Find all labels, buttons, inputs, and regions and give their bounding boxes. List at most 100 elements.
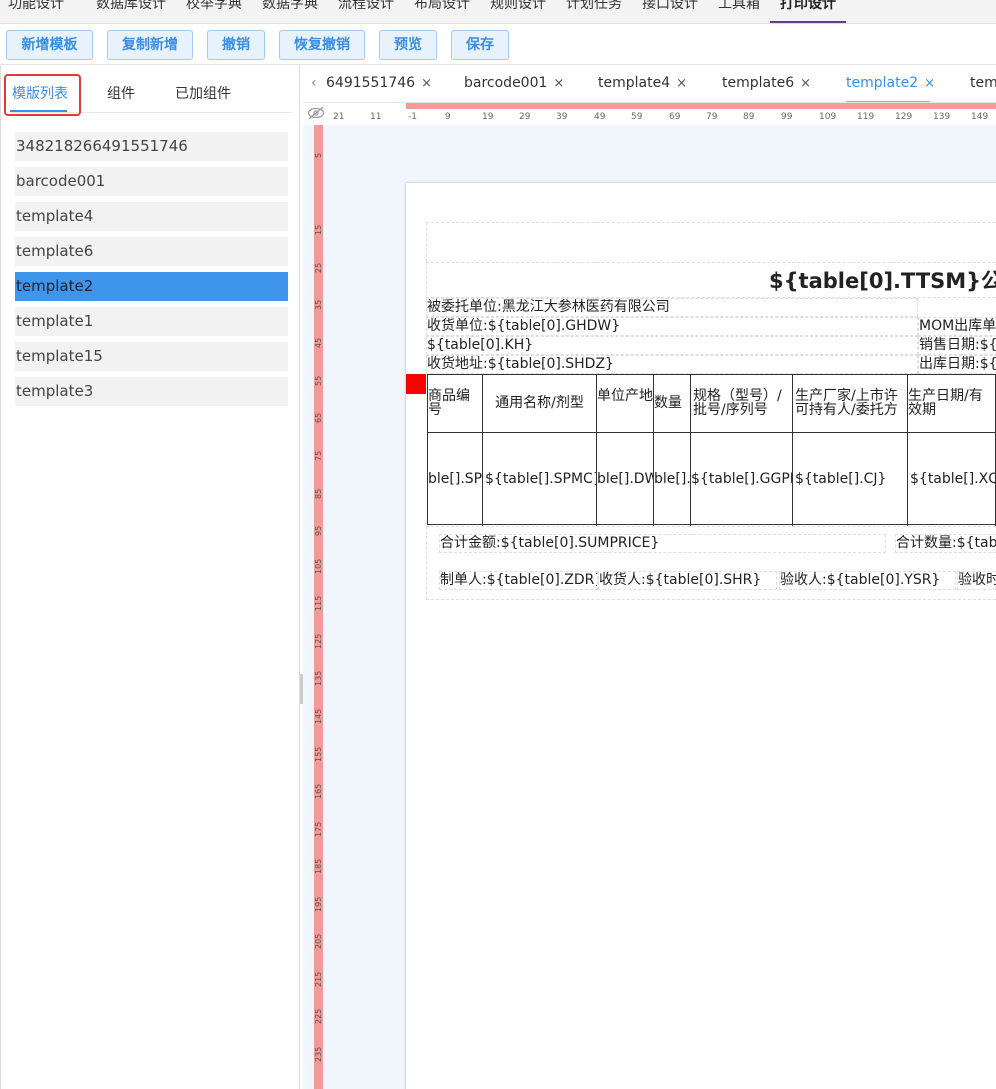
ruler-tick-label: 215 [314,971,323,987]
ruler-tick-label: 165 [314,783,323,799]
ruler-tick-label: 205 [314,933,323,949]
tab-added-components[interactable]: 已加组件 [175,83,231,103]
template-list-item[interactable]: template1 [15,307,288,336]
nav-toolbox[interactable]: 工具箱 [718,0,760,13]
table-header-cell: 数量 [654,375,691,432]
ruler-tick-label: 195 [314,896,323,912]
template-list-item[interactable]: template3 [15,377,288,406]
design-canvas[interactable]: 21 11 -1 9 19 29 39 49 59 69 79 89 99 10… [303,103,996,1089]
row-marker-handle[interactable] [406,374,426,394]
template-list-item[interactable]: template6 [15,237,288,266]
receiving-unit-field[interactable]: 收货单位:${table[0].GHDW} [426,317,918,336]
table-cell[interactable]: ${table[].GGPH [691,433,793,526]
ruler-tick-label: 185 [314,858,323,874]
nav-layout-design[interactable]: 布局设计 [414,0,470,13]
template-sidebar: 模版列表 组件 已加组件 348218266491551746 barcode0… [0,65,300,1089]
ruler-tick-label: 95 [314,525,323,536]
nav-database-design[interactable]: 数据库设计 [96,0,166,13]
mom-out-field[interactable]: MOM出库单 [918,317,996,336]
nav-active-indicator [770,21,846,23]
ruler-tick-label: 15 [314,224,323,235]
doc-tab[interactable]: barcode001 × [464,75,564,91]
doc-tab[interactable]: template4 × [598,75,687,91]
nav-data-dict[interactable]: 数据字典 [262,0,318,13]
nav-rule-design[interactable]: 规则设计 [490,0,546,13]
nav-print-design[interactable]: 打印设计 [780,0,836,13]
table-cell[interactable]: ble[].SP [428,433,483,526]
goods-table[interactable]: 商品编号 通用名称/剂型 单位产地 数量 规格（型号）/批号/序列号 生产厂家/… [427,374,996,526]
sale-date-field[interactable]: 销售日期:${ [918,336,996,355]
out-date-field[interactable]: 出库日期:${ [918,355,996,374]
ruler-tick-label: 35 [314,299,323,310]
tab-components[interactable]: 组件 [107,83,135,103]
ruler-tick-label: 99 [781,112,793,122]
redo-button[interactable]: 恢复撤销 [279,30,365,60]
doc-tab[interactable]: 6491551746 × [326,75,432,91]
ruler-tick-label: 105 [314,558,323,574]
doc-tab-label: template2 [846,75,919,91]
print-template-paper[interactable]: ${table[0].TTSM}公司阳 被委托单位:黑龙江大参林医药有限公司 收… [406,183,996,1089]
close-icon[interactable]: × [800,76,811,91]
ruler-tick-label: 149 [971,112,989,122]
ruler-tick-label: 59 [631,112,643,122]
top-nav: 功能设计 数据库设计 校举字典 数据字典 流程设计 布局设计 规则设计 计划任务… [0,0,996,24]
document-title[interactable]: ${table[0].TTSM}公司阳 [426,262,996,298]
doc-tab-label: template6 [722,75,795,91]
toolbar: 新增模板 复制新增 撤销 恢复撤销 预览 保存 [0,25,996,65]
ruler-tick-label: 5 [314,152,323,159]
nav-scheduled-task[interactable]: 计划任务 [566,0,622,13]
ruler-tick-label: 155 [314,746,323,762]
ruler-tick-label: 225 [314,1008,323,1024]
nav-enum-dict[interactable]: 校举字典 [186,0,242,13]
eye-off-icon[interactable] [307,106,325,120]
table-cell[interactable]: ${table[].CJ} [793,433,908,526]
document-tab-bar: ‹ 6491551746 × barcode001 × template4 × tem… [303,65,996,103]
close-icon[interactable]: × [924,76,935,91]
table-header-cell: 单位产地 [597,375,654,432]
table-cell[interactable]: ${table[].XQ} [908,433,996,526]
close-icon[interactable]: × [676,76,687,91]
table-cell[interactable]: ble[]. [654,433,691,526]
doc-tab[interactable]: temp [970,75,996,91]
preview-button[interactable]: 预览 [379,30,437,60]
new-template-button[interactable]: 新增模板 [6,30,93,60]
doc-tab-active[interactable]: template2 × [846,75,935,91]
tab-scroll-left-icon[interactable]: ‹ [311,75,317,91]
receiving-address-field[interactable]: 收货地址:${table[0].SHDZ} [426,355,918,374]
save-button[interactable]: 保存 [451,30,509,60]
ruler-tick-label: 145 [314,708,323,724]
footer-section [426,526,996,600]
template-list-item[interactable]: barcode001 [15,167,288,196]
table-cell[interactable]: ble[].DW [597,433,654,526]
ruler-tick-label: 85 [314,488,323,499]
ruler-tick-label: 65 [314,412,323,423]
template-list-item[interactable]: template4 [15,202,288,231]
undo-button[interactable]: 撤销 [207,30,265,60]
table-header-cell: 通用名称/剂型 [483,375,597,432]
ruler-tick-label: 139 [933,112,951,122]
ruler-tick-label: 11 [370,112,382,122]
doc-tab-label: temp [970,75,996,91]
template-list-item-selected[interactable]: template2 [15,272,288,301]
doc-tab[interactable]: template6 × [722,75,811,91]
table-cell[interactable]: ${table[].SPMC} [483,433,597,526]
ruler-tick-label: -1 [408,112,417,122]
nav-interface-design[interactable]: 接口设计 [642,0,698,13]
kh-field[interactable]: ${table[0].KH} [426,336,918,355]
copy-new-button[interactable]: 复制新增 [107,30,193,60]
entrusting-unit-field[interactable]: 被委托单位:黑龙江大参林医药有限公司 [426,298,918,317]
header-blank-field[interactable] [426,222,996,262]
close-icon[interactable]: × [421,76,432,91]
ruler-tick-label: 115 [314,595,323,611]
close-icon[interactable]: × [553,76,564,91]
table-header-cell: 生产厂家/上市许可持有人/委托方 [793,375,908,432]
template-list-item[interactable]: template15 [15,342,288,371]
template-list-item[interactable]: 348218266491551746 [15,132,288,161]
ruler-tick-label: 119 [857,112,875,122]
vertical-ruler: 5 15 25 35 45 55 65 75 85 95 105 115 125… [314,125,323,1089]
nav-flow-design[interactable]: 流程设计 [338,0,394,13]
horizontal-ruler: 21 11 -1 9 19 29 39 49 59 69 79 89 99 10… [303,103,996,125]
ruler-tick-label: 39 [556,112,568,122]
nav-function-design[interactable]: 功能设计 [8,0,64,13]
doc-tab-label: 6491551746 [326,75,416,91]
